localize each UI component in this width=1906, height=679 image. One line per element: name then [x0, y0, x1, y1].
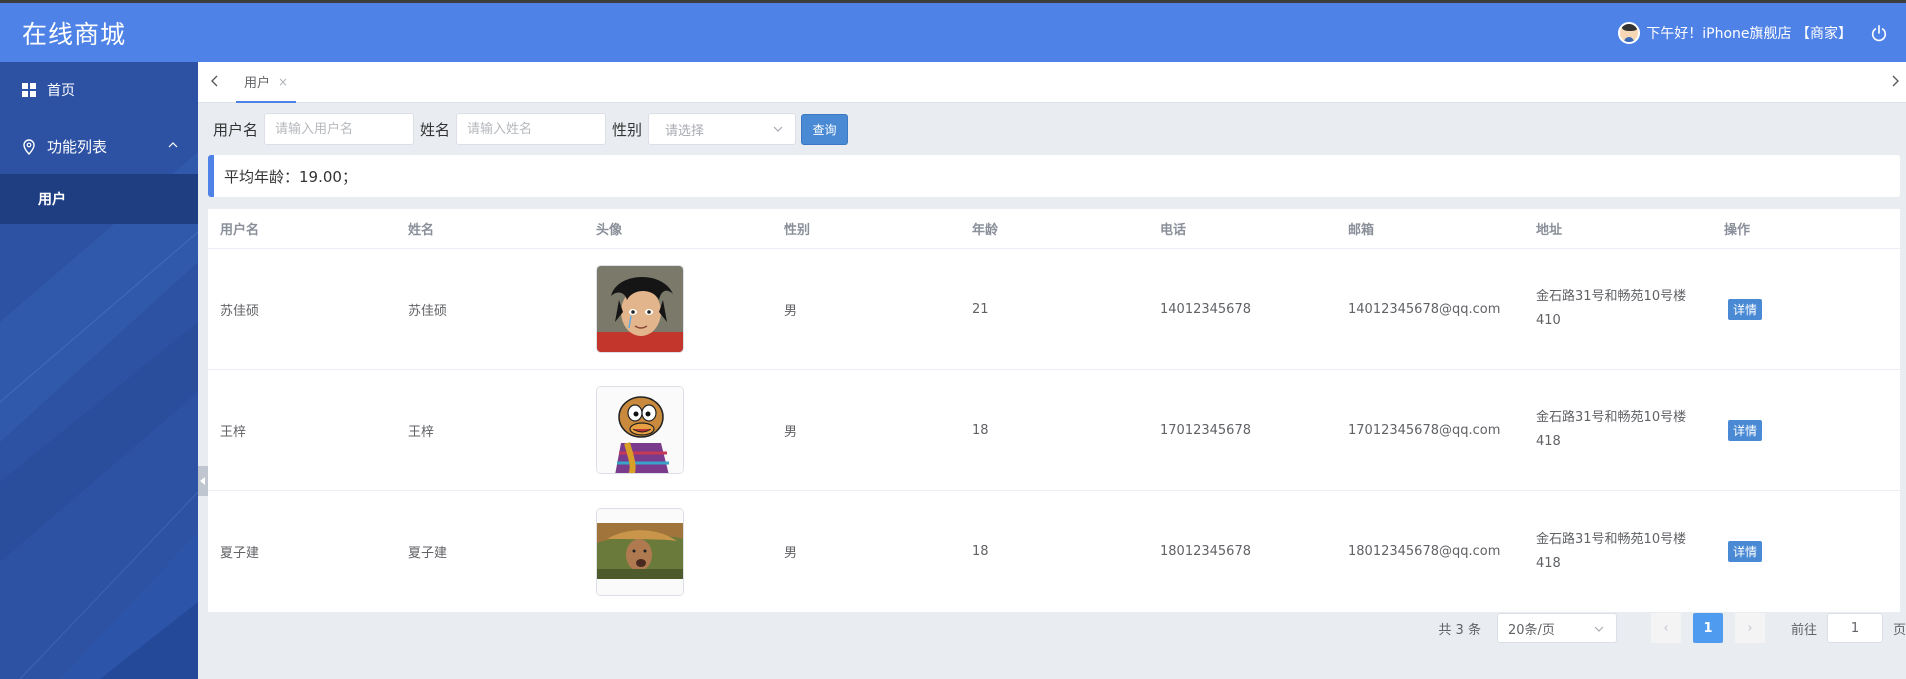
name-label: 姓名: [420, 120, 451, 139]
name-input[interactable]: [456, 113, 607, 145]
column-header: 年龄: [972, 223, 999, 238]
column-header: 性别: [784, 223, 811, 238]
chevron-down-icon: [773, 126, 783, 132]
sidebar-group-function-list[interactable]: 功能列表: [0, 118, 198, 174]
next-page-button[interactable]: ›: [1734, 613, 1765, 643]
prev-page-button[interactable]: ‹: [1650, 613, 1681, 643]
goto-page-input[interactable]: 1: [1826, 613, 1883, 643]
sidebar-collapse-handle[interactable]: [198, 466, 208, 496]
column-header: 地址: [1536, 223, 1563, 238]
sidebar-item-users[interactable]: 用户: [0, 174, 198, 224]
gender-cell: 男: [784, 303, 798, 319]
chevron-left-icon[interactable]: [208, 72, 222, 90]
top-header: 在线商城 下午好！iPhone旗舰店 【商家】: [0, 0, 1906, 62]
detail-button[interactable]: 详情: [1728, 298, 1763, 320]
email-cell: 14012345678@qq.com: [1348, 301, 1501, 317]
sidebar-item-home[interactable]: 首页: [0, 62, 198, 118]
users-table: 用户名 姓名 头像 性别 年龄 电话 邮箱 地址 操作 苏佳硕 苏佳硕 男 21…: [208, 209, 1900, 612]
gender-select[interactable]: 请选择: [648, 113, 797, 145]
tab-label: 用户: [244, 76, 271, 91]
summary-text: 平均年龄：19.00；: [224, 167, 357, 186]
gender-cell: 男: [784, 424, 798, 440]
tab-users[interactable]: 用户 ×: [236, 62, 297, 103]
page-size-value: 20条/页: [1507, 622, 1555, 638]
phone-cell: 18012345678: [1160, 544, 1251, 559]
sidebar-subitem-label: 用户: [38, 192, 66, 208]
table-row: 王梓 王梓 男 18 17012345678 17012345678@qq.co…: [208, 370, 1900, 491]
avatar[interactable]: [596, 507, 684, 596]
app-title: 在线商城: [22, 19, 127, 49]
username-input[interactable]: [264, 113, 415, 145]
name-cell: 苏佳硕: [408, 303, 448, 319]
page-number-button[interactable]: 1: [1692, 613, 1723, 643]
greeting-text: 下午好！iPhone旗舰店 【商家】: [1646, 25, 1852, 42]
name-cell: 王梓: [408, 424, 435, 440]
address-cell: 金石路31号和畅苑10号楼418: [1536, 410, 1687, 449]
username-label: 用户名: [213, 120, 259, 139]
goto-label: 前往: [1790, 622, 1817, 638]
location-icon: [22, 139, 36, 155]
sidebar-group-label: 功能列表: [47, 137, 108, 156]
address-cell: 金石路31号和畅苑10号楼410: [1536, 289, 1687, 328]
close-icon[interactable]: ×: [278, 75, 288, 89]
age-cell: 18: [972, 544, 989, 559]
age-cell: 21: [972, 301, 989, 317]
detail-button[interactable]: 详情: [1728, 419, 1763, 441]
search-bar: 用户名 姓名 性别 请选择 查询: [213, 113, 849, 145]
detail-button[interactable]: 详情: [1728, 541, 1763, 562]
username-cell: 苏佳硕: [220, 303, 260, 319]
column-header: 头像: [596, 223, 623, 238]
power-icon[interactable]: [1870, 24, 1888, 42]
avatar[interactable]: [596, 265, 684, 353]
table-row: 苏佳硕 苏佳硕 男 21 14012345678 14012345678@qq.…: [208, 249, 1900, 370]
pagination: 共 3 条 20条/页 ‹ 1 › 前往 1 页: [1438, 613, 1906, 643]
username-cell: 夏子建: [220, 546, 260, 561]
gender-label: 性别: [612, 120, 643, 139]
chevron-down-icon: [1594, 626, 1604, 632]
page-size-select[interactable]: 20条/页: [1496, 613, 1617, 643]
table-row: 夏子建 夏子建 男 18 18012345678 18012345678@qq.…: [208, 491, 1900, 612]
sidebar: 首页 功能列表 用户: [0, 62, 198, 679]
phone-cell: 14012345678: [1160, 301, 1251, 317]
total-count: 共 3 条: [1438, 622, 1481, 638]
address-cell: 金石路31号和畅苑10号楼418: [1536, 531, 1687, 571]
column-header: 用户名: [220, 223, 260, 238]
chevron-right-icon[interactable]: [1888, 72, 1902, 90]
username-cell: 王梓: [220, 424, 247, 440]
page-suffix: 页: [1892, 622, 1906, 638]
email-cell: 17012345678@qq.com: [1348, 422, 1501, 438]
column-header: 邮箱: [1348, 223, 1375, 238]
table-header: 用户名 姓名 头像 性别 年龄 电话 邮箱 地址 操作: [208, 209, 1900, 249]
gender-placeholder: 请选择: [665, 123, 705, 139]
grid-icon: [22, 83, 36, 97]
user-area: 下午好！iPhone旗舰店 【商家】: [1618, 3, 1888, 62]
sidebar-item-label: 首页: [47, 83, 75, 99]
column-header: 姓名: [408, 223, 435, 238]
column-header: 电话: [1160, 223, 1187, 238]
user-avatar[interactable]: [1618, 21, 1641, 44]
name-cell: 夏子建: [408, 546, 448, 561]
age-cell: 18: [972, 422, 989, 438]
chevron-up-icon: [168, 142, 178, 148]
query-button[interactable]: 查询: [801, 113, 849, 145]
avatar[interactable]: [596, 386, 684, 474]
tab-bar: 用户 ×: [198, 62, 1906, 103]
gender-cell: 男: [784, 546, 798, 561]
email-cell: 18012345678@qq.com: [1348, 544, 1501, 559]
average-age-summary: 平均年龄：19.00；: [208, 155, 1900, 197]
column-header: 操作: [1724, 223, 1751, 238]
phone-cell: 17012345678: [1160, 422, 1251, 438]
